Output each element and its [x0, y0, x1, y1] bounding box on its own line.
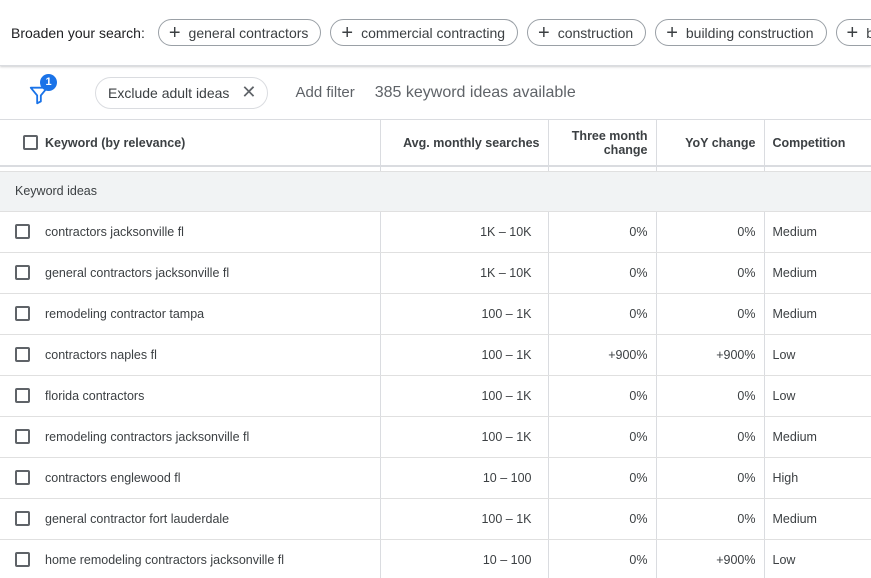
row-checkbox[interactable] — [15, 388, 30, 404]
broaden-chip-building-construction[interactable]: + building construction — [655, 19, 827, 46]
table-row[interactable]: general contractors jacksonville fl 1K –… — [0, 252, 871, 294]
keyword-cell: home remodeling contractors jacksonville… — [45, 539, 381, 578]
plus-icon: + — [666, 21, 678, 44]
competition-cell: Low — [764, 334, 871, 376]
row-checkbox[interactable] — [15, 265, 30, 281]
plus-icon: + — [846, 21, 859, 44]
exclude-adult-ideas-chip[interactable]: Exclude adult ideas ✕ — [95, 76, 268, 109]
filter-count-badge: 1 — [40, 73, 57, 91]
table-row[interactable]: general contractor fort lauderdale 100 –… — [0, 498, 871, 540]
three-month-cell: 0% — [548, 416, 657, 458]
yoy-cell: 0% — [656, 211, 765, 253]
row-checkbox[interactable] — [15, 347, 30, 363]
yoy-cell: 0% — [656, 375, 765, 417]
table-row[interactable]: contractors naples fl 100 – 1K +900% +90… — [0, 334, 871, 376]
avg-searches-cell: 1K – 10K — [380, 211, 549, 253]
three-month-cell: 0% — [548, 252, 657, 294]
keyword-cell: contractors naples fl — [45, 334, 381, 376]
keyword-cell: general contractor fort lauderdale — [45, 498, 381, 540]
yoy-cell: 0% — [656, 416, 765, 458]
three-month-cell: +900% — [548, 334, 657, 376]
filter-button[interactable]: 1 — [29, 73, 70, 108]
competition-cell: Low — [764, 539, 871, 578]
table-row[interactable]: home remodeling contractors jacksonville… — [0, 539, 871, 578]
three-month-cell: 0% — [548, 211, 657, 253]
broaden-chip-construction[interactable]: + construction — [527, 19, 647, 46]
keyword-cell: contractors jacksonville fl — [45, 211, 381, 253]
competition-cell: High — [764, 457, 871, 499]
broaden-search-label: Broaden your search: — [11, 24, 145, 41]
yoy-cell: +900% — [656, 334, 765, 376]
competition-cell: Medium — [764, 211, 871, 253]
chip-label: commercial contracting — [361, 24, 506, 41]
competition-cell: Medium — [764, 416, 871, 458]
row-checkbox[interactable] — [15, 306, 30, 322]
row-checkbox[interactable] — [15, 224, 30, 240]
broaden-chip-general-contractors[interactable]: + general contractors — [157, 19, 322, 46]
header-keyword[interactable]: Keyword (by relevance) — [45, 120, 381, 167]
keyword-cell: remodeling contractor tampa — [45, 293, 381, 335]
row-checkbox[interactable] — [15, 511, 30, 527]
plus-icon: + — [168, 21, 181, 44]
avg-searches-cell: 10 – 100 — [380, 539, 549, 578]
broaden-chip-building[interactable]: + building — [835, 19, 871, 46]
three-month-cell: 0% — [548, 375, 657, 417]
three-month-cell: 0% — [548, 293, 657, 335]
filter-bar: 1 Exclude adult ideas ✕ Add filter 385 k… — [0, 66, 871, 120]
row-checkbox[interactable] — [15, 470, 30, 486]
avg-searches-cell: 1K – 10K — [380, 252, 549, 294]
three-month-cell: 0% — [548, 457, 657, 499]
keyword-cell: remodeling contractors jacksonville fl — [45, 416, 381, 458]
table-row[interactable]: florida contractors 100 – 1K 0% 0% Low — [0, 375, 871, 417]
broaden-search-bar: Broaden your search: + general contracto… — [0, 0, 871, 66]
keyword-ideas-count: 385 keyword ideas available — [374, 83, 576, 101]
exclude-chip-label: Exclude adult ideas — [108, 84, 230, 101]
keyword-table: Keyword (by relevance) Avg. monthly sear… — [0, 120, 871, 578]
table-row[interactable]: remodeling contractor tampa 100 – 1K 0% … — [0, 293, 871, 335]
chip-label: general contractors — [188, 24, 309, 41]
row-checkbox[interactable] — [15, 552, 30, 568]
avg-searches-cell: 100 – 1K — [380, 293, 549, 335]
table-row[interactable]: contractors englewood fl 10 – 100 0% 0% … — [0, 457, 871, 499]
keyword-cell: general contractors jacksonville fl — [45, 252, 381, 294]
avg-searches-cell: 100 – 1K — [380, 416, 549, 458]
plus-icon: + — [341, 21, 354, 44]
row-checkbox[interactable] — [15, 429, 30, 445]
chip-label: building — [866, 25, 871, 41]
chip-label: building construction — [685, 24, 814, 41]
competition-cell: Low — [764, 375, 871, 417]
avg-searches-cell: 100 – 1K — [380, 334, 549, 376]
yoy-cell: 0% — [656, 252, 765, 294]
yoy-cell: +900% — [656, 539, 765, 578]
header-avg-monthly-searches[interactable]: Avg. monthly searches — [380, 120, 549, 167]
yoy-cell: 0% — [656, 293, 765, 335]
broaden-chip-commercial-contracting[interactable]: + commercial contracting — [330, 19, 519, 46]
close-icon[interactable]: ✕ — [241, 82, 256, 103]
competition-cell: Medium — [764, 293, 871, 335]
header-three-month-change[interactable]: Three month change — [548, 120, 657, 167]
avg-searches-cell: 10 – 100 — [380, 457, 549, 499]
add-filter-button[interactable]: Add filter — [296, 84, 355, 101]
select-all-checkbox[interactable] — [22, 135, 38, 151]
three-month-cell: 0% — [548, 498, 657, 540]
section-label: Keyword ideas — [0, 171, 871, 212]
table-row[interactable]: contractors jacksonville fl 1K – 10K 0% … — [0, 211, 871, 253]
keyword-cell: contractors englewood fl — [45, 457, 381, 499]
avg-searches-cell: 100 – 1K — [380, 375, 549, 417]
plus-icon: + — [538, 21, 550, 44]
three-month-cell: 0% — [548, 539, 657, 578]
table-header-row: Keyword (by relevance) Avg. monthly sear… — [0, 120, 871, 167]
header-competition[interactable]: Competition — [764, 120, 871, 167]
section-row: Keyword ideas — [0, 171, 871, 212]
header-yoy-change[interactable]: YoY change — [656, 120, 765, 167]
table-row[interactable]: remodeling contractors jacksonville fl 1… — [0, 416, 871, 458]
competition-cell: Medium — [764, 498, 871, 540]
chip-label: construction — [557, 24, 634, 41]
competition-cell: Medium — [764, 252, 871, 294]
keyword-cell: florida contractors — [45, 375, 381, 417]
header-checkbox-cell — [0, 120, 45, 167]
yoy-cell: 0% — [656, 498, 765, 540]
avg-searches-cell: 100 – 1K — [380, 498, 549, 540]
yoy-cell: 0% — [656, 457, 765, 499]
